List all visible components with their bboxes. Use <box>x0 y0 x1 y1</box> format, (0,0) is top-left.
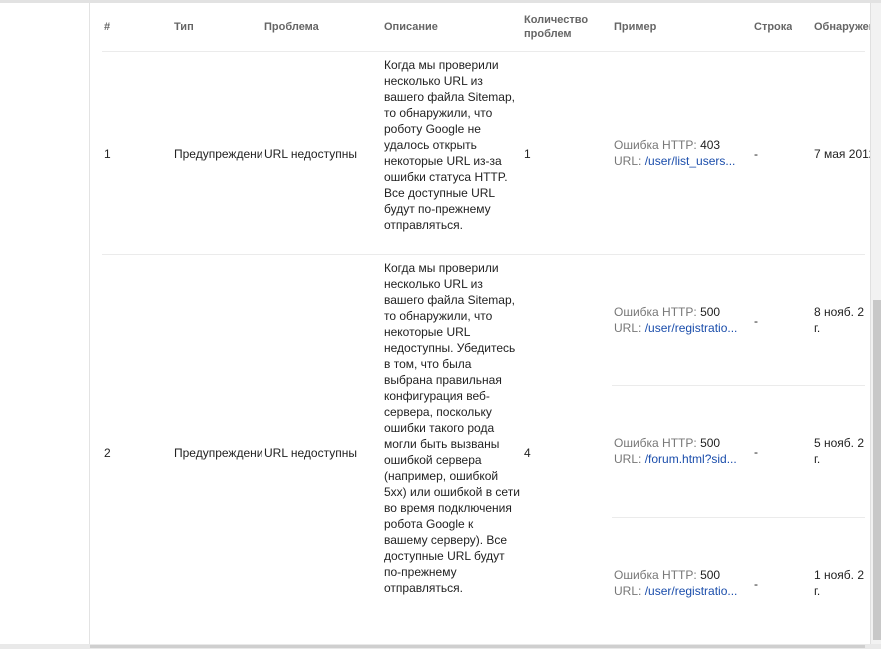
http-error-code: 500 <box>700 436 721 450</box>
http-error-code: 500 <box>700 305 721 319</box>
row-detected-date-line1: 5 нояб. 2 <box>814 436 865 450</box>
row-line: - <box>754 147 758 161</box>
row-problem: URL недоступны <box>264 147 357 161</box>
row-detected-date: 7 мая 2012 г. <box>814 147 870 161</box>
example-url-link[interactable]: /user/registratio... <box>645 584 738 598</box>
row-detected-date-line1: 8 нояб. 2 <box>814 305 865 319</box>
row-detected-date: 8 нояб. 2 г. <box>814 304 870 336</box>
row-detected-date-line2: г. <box>814 584 821 598</box>
row-detected-date: 5 нояб. 2 г. <box>814 435 870 467</box>
example-url-link[interactable]: /user/registratio... <box>645 321 738 335</box>
row-count: 4 <box>524 446 531 460</box>
row-detected-date-line1: 1 нояб. 2 <box>814 568 865 582</box>
http-error-label: Ошибка HTTP: <box>614 138 701 152</box>
column-header-count-line1: Количество <box>524 14 589 26</box>
row-separator <box>102 254 865 255</box>
row-line: - <box>754 314 758 328</box>
example-item: Ошибка HTTP: 403 URL: /user/list_users..… <box>614 137 752 169</box>
row-line: - <box>754 577 758 591</box>
http-error-label: Ошибка HTTP: <box>614 568 701 582</box>
row-number: 2 <box>104 446 111 460</box>
column-header-line[interactable]: Строка <box>754 20 792 34</box>
example-item: Ошибка HTTP: 500 URL: /forum.html?sid... <box>614 435 752 467</box>
row-count: 1 <box>524 147 531 161</box>
top-border <box>0 0 881 3</box>
header-separator <box>102 51 865 52</box>
column-header-type[interactable]: Тип <box>174 20 194 34</box>
example-separator <box>612 385 865 386</box>
example-url-link[interactable]: /forum.html?sid... <box>645 452 737 466</box>
row-description: Когда мы проверили несколько URL из ваше… <box>384 58 515 232</box>
column-header-count-line2: проблем <box>524 28 572 40</box>
example-url-link[interactable]: /user/list_users... <box>645 154 736 168</box>
example-item: Ошибка HTTP: 500 URL: /user/registratio.… <box>614 304 752 336</box>
row-detected-date: 1 нояб. 2 г. <box>814 567 870 599</box>
row-type: Предупреждение <box>174 446 262 460</box>
url-label: URL: <box>614 154 645 168</box>
column-header-detected[interactable]: Обнаружено <box>814 20 870 34</box>
left-panel-divider <box>89 3 90 649</box>
url-label: URL: <box>614 452 645 466</box>
row-description: Когда мы проверили несколько URL из ваше… <box>384 261 520 595</box>
row-detected-date-line2: г. <box>814 452 821 466</box>
example-item: Ошибка HTTP: 500 URL: /user/registratio.… <box>614 567 752 599</box>
row-detected-date-line2: г. <box>814 321 821 335</box>
example-separator <box>612 517 865 518</box>
url-label: URL: <box>614 321 645 335</box>
http-error-code: 500 <box>700 568 721 582</box>
column-header-example[interactable]: Пример <box>614 20 656 34</box>
horizontal-scrollbar-thumb[interactable] <box>90 645 865 648</box>
horizontal-scrollbar[interactable] <box>0 644 881 649</box>
column-header-problem[interactable]: Проблема <box>264 20 319 34</box>
row-type: Предупреждение <box>174 147 262 161</box>
row-number: 1 <box>104 147 111 161</box>
http-error-code: 403 <box>700 138 721 152</box>
column-header-description[interactable]: Описание <box>384 20 438 34</box>
url-label: URL: <box>614 584 645 598</box>
vertical-scrollbar[interactable] <box>870 3 881 644</box>
column-header-num[interactable]: # <box>104 20 110 34</box>
row-problem: URL недоступны <box>264 446 357 460</box>
http-error-label: Ошибка HTTP: <box>614 305 701 319</box>
http-error-label: Ошибка HTTP: <box>614 436 701 450</box>
column-header-count[interactable]: Количество проблем <box>524 13 588 41</box>
row-line: - <box>754 445 758 459</box>
vertical-scrollbar-thumb[interactable] <box>873 300 881 640</box>
